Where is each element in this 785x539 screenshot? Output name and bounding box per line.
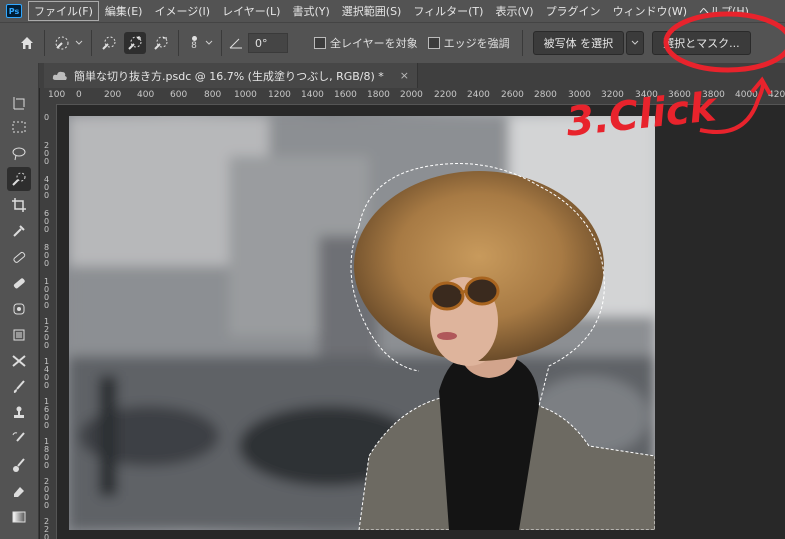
- cloud-document-icon: [52, 71, 67, 80]
- menu-image[interactable]: イメージ(I): [148, 1, 216, 21]
- select-and-mask-button[interactable]: 選択とマスク...: [652, 31, 751, 55]
- angle-icon: [228, 32, 244, 54]
- chevron-down-icon[interactable]: [203, 32, 215, 54]
- menu-view[interactable]: 表示(V): [489, 1, 539, 21]
- marquee-tool-icon[interactable]: [7, 115, 31, 139]
- ruler-label: 0: [76, 90, 82, 100]
- all-layers-checkbox[interactable]: 全レイヤーを対象: [314, 35, 418, 51]
- document-tab[interactable]: 簡単な切り抜き方.psdc @ 16.7% (生成塗りつぶし, RGB/8) *…: [44, 63, 418, 88]
- angle-input[interactable]: 0°: [248, 33, 288, 53]
- ruler-label: 1600: [334, 90, 357, 100]
- ruler-label: 2400: [467, 90, 490, 100]
- ruler-label: 4200: [768, 90, 785, 100]
- enhance-edge-label: エッジを強調: [443, 37, 510, 50]
- vertical-ruler: 0 2 0 0 4 0 0 6 0 0 8 0 0 1 0 0 0 1 2 0 …: [40, 104, 57, 539]
- new-selection-icon[interactable]: [98, 32, 120, 54]
- healing-brush-tool-icon[interactable]: [7, 245, 31, 269]
- clone-stamp-tool-icon[interactable]: [7, 401, 31, 425]
- separator: [221, 30, 222, 56]
- ruler-label: 1000: [234, 90, 257, 100]
- content-aware-move-icon[interactable]: [7, 349, 31, 373]
- ruler-label: 0: [44, 113, 50, 122]
- brush-size-value: 8: [191, 40, 197, 51]
- ruler-label: 400: [137, 90, 155, 100]
- home-icon[interactable]: [16, 32, 38, 54]
- ruler-label: 2600: [501, 90, 524, 100]
- quick-selection-preset-icon[interactable]: [51, 32, 73, 54]
- menu-layer[interactable]: レイヤー(L): [216, 1, 286, 21]
- menu-help[interactable]: ヘルプ(H): [693, 1, 755, 21]
- mixer-brush-tool-icon[interactable]: [7, 453, 31, 477]
- all-layers-label: 全レイヤーを対象: [330, 37, 418, 50]
- photoshop-logo: Ps: [6, 4, 22, 18]
- ruler-label: 2 0 0: [44, 141, 50, 166]
- separator: [91, 30, 92, 56]
- select-subject-dropdown[interactable]: [626, 31, 645, 55]
- ruler-label: 1400: [301, 90, 324, 100]
- ruler-label: 1 4 0 0: [44, 357, 50, 390]
- eyedropper-tool-icon[interactable]: [7, 219, 31, 243]
- menu-window[interactable]: ウィンドウ(W): [607, 1, 693, 21]
- ruler-label: 2 0 0 0: [44, 477, 50, 510]
- menu-bar: Ps ファイル(F) 編集(E) イメージ(I) レイヤー(L) 書式(Y) 選…: [0, 0, 785, 22]
- photo-illustration: [69, 116, 655, 530]
- patch-tool-icon[interactable]: [7, 297, 31, 321]
- brush-tool-icon[interactable]: [7, 375, 31, 399]
- menu-filter[interactable]: フィルター(T): [407, 1, 489, 21]
- separator: [178, 30, 179, 56]
- select-subject-button[interactable]: 被写体 を選択: [532, 31, 625, 55]
- ruler-label: 2 2 0 0: [44, 517, 50, 539]
- gradient-tool-icon[interactable]: [7, 505, 31, 529]
- ruler-label: 2200: [434, 90, 457, 100]
- ruler-label: 1800: [367, 90, 390, 100]
- ruler-label: 8 0 0: [44, 243, 50, 268]
- ruler-label: 4 0 0: [44, 175, 50, 200]
- document-tab-strip: » 簡単な切り抜き方.psdc @ 16.7% (生成塗りつぶし, RGB/8)…: [0, 63, 785, 88]
- ruler-label: 2800: [534, 90, 557, 100]
- subtract-from-selection-icon[interactable]: [150, 32, 172, 54]
- history-brush-tool-icon[interactable]: [7, 427, 31, 451]
- ruler-label: 100: [48, 90, 66, 100]
- separator: [521, 30, 523, 56]
- ruler-label: 800: [204, 90, 222, 100]
- ruler-label: 4000: [735, 90, 758, 100]
- brush-size-picker[interactable]: 8: [185, 35, 203, 51]
- separator: [44, 30, 45, 56]
- menu-plugins[interactable]: プラグイン: [540, 1, 607, 21]
- menu-file[interactable]: ファイル(F): [28, 1, 99, 21]
- tools-panel: [0, 63, 39, 539]
- ruler-label: 1 6 0 0: [44, 397, 50, 430]
- quick-selection-tool-icon[interactable]: [7, 167, 31, 191]
- ruler-label: 1 8 0 0: [44, 437, 50, 470]
- chevron-down-icon: [631, 40, 639, 45]
- spot-healing-tool-icon[interactable]: [7, 271, 31, 295]
- ruler-label: 1 2 0 0: [44, 317, 50, 350]
- ruler-label: 600: [170, 90, 188, 100]
- lasso-tool-icon[interactable]: [7, 141, 31, 165]
- ruler-label: 1200: [268, 90, 291, 100]
- options-bar: 8 0° 全レイヤーを対象 エッジを強調 被写体 を選択 選択とマスク...: [0, 22, 785, 63]
- enhance-edge-checkbox[interactable]: エッジを強調: [427, 35, 510, 51]
- add-to-selection-icon[interactable]: [124, 32, 146, 54]
- ruler-label: 2000: [400, 90, 423, 100]
- ruler-label: 1 0 0 0: [44, 277, 50, 310]
- eraser-tool-icon[interactable]: [7, 479, 31, 503]
- menu-type[interactable]: 書式(Y): [286, 1, 335, 21]
- menu-select[interactable]: 選択範囲(S): [336, 1, 408, 21]
- close-tab-icon[interactable]: ×: [400, 69, 409, 82]
- document-tab-title: 簡単な切り抜き方.psdc @ 16.7% (生成塗りつぶし, RGB/8) *: [74, 69, 384, 83]
- generative-fill-tool-icon[interactable]: [7, 323, 31, 347]
- crop-tool-icon[interactable]: [7, 193, 31, 217]
- menu-edit[interactable]: 編集(E): [99, 1, 149, 21]
- move-tool-icon[interactable]: [7, 91, 31, 115]
- checkbox-icon: [427, 37, 440, 49]
- ruler-label: 200: [104, 90, 122, 100]
- document-canvas-photo[interactable]: [69, 116, 655, 530]
- ruler-label: 6 0 0: [44, 209, 50, 234]
- checkbox-icon: [314, 37, 326, 49]
- chevron-down-icon[interactable]: [73, 32, 85, 54]
